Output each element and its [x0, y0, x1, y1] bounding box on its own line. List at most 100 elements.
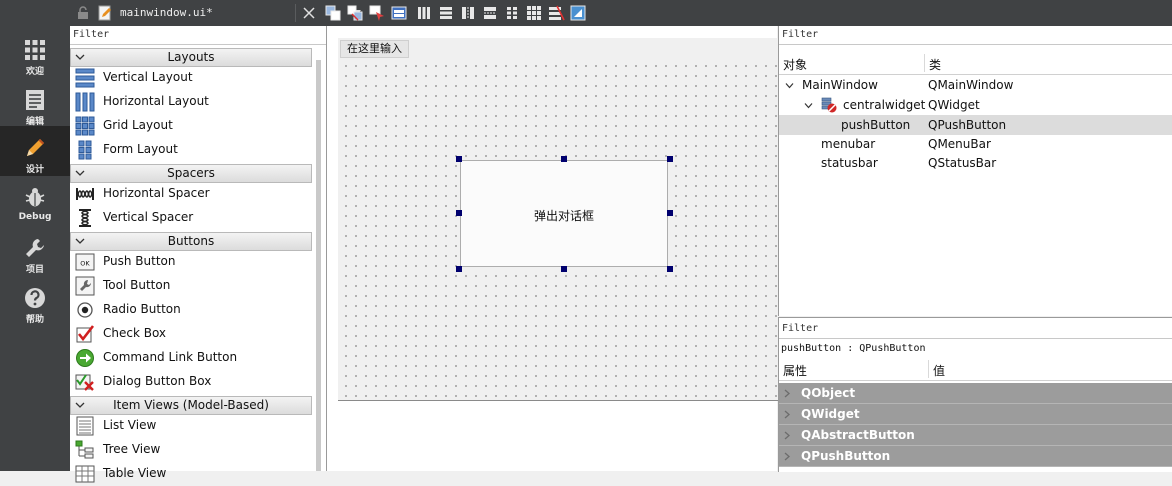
chevron-down-icon[interactable]	[785, 81, 794, 90]
current-object-text: pushButton : QPushButton	[781, 343, 926, 354]
widget-label: Form Layout	[103, 142, 178, 156]
widget-vertical-layout[interactable]: Vertical Layout	[70, 66, 310, 90]
close-document-icon[interactable]	[302, 6, 316, 20]
lock-icon[interactable]	[76, 6, 90, 20]
selection-handle[interactable]	[667, 156, 673, 162]
layout-horizontal-icon[interactable]	[415, 4, 433, 22]
category-item-views[interactable]: Item Views (Model-Based)	[70, 396, 312, 415]
column-divider[interactable]	[928, 360, 929, 378]
widget-radio-button[interactable]: Radio Button	[70, 298, 310, 322]
edit-widgets-icon[interactable]	[324, 4, 342, 22]
form-menubar: 在这里输入	[338, 38, 778, 58]
chevron-down-icon[interactable]	[804, 101, 813, 110]
edit-signals-slots-icon[interactable]	[346, 4, 364, 22]
widget-horizontal-layout[interactable]: Horizontal Layout	[70, 90, 310, 114]
widget-filter-input[interactable]: Filter	[70, 26, 326, 45]
document-icon	[26, 90, 44, 110]
category-title: Spacers	[167, 166, 215, 180]
mode-projects[interactable]: 项目	[0, 226, 70, 276]
layout-form-icon[interactable]	[503, 4, 521, 22]
selection-handle[interactable]	[456, 266, 462, 272]
column-header-class[interactable]: 类	[929, 56, 941, 73]
widget-label: Horizontal Spacer	[103, 186, 210, 200]
horizontal-spacer-icon	[76, 188, 94, 200]
widget-table-view[interactable]: Table View	[70, 462, 310, 486]
menu-type-here-placeholder[interactable]: 在这里输入	[340, 40, 409, 58]
form-push-button[interactable]: 弹出对话框	[460, 160, 668, 267]
layout-horizontal-splitter-icon[interactable]	[459, 4, 477, 22]
edit-tab-order-icon[interactable]	[390, 4, 408, 22]
horizontal-layout-icon	[75, 92, 95, 112]
selection-handle[interactable]	[667, 210, 673, 216]
selection-handle[interactable]	[456, 210, 462, 216]
widget-horizontal-spacer[interactable]: Horizontal Spacer	[70, 182, 310, 206]
property-group-label: QObject	[801, 386, 856, 400]
tree-row-centralwidget[interactable]: centralwidget QWidget	[779, 95, 1172, 115]
property-group-qpushbutton[interactable]: QPushButton	[779, 446, 1172, 467]
property-editor-header: 属性 值	[779, 358, 1172, 381]
mode-help[interactable]: 帮助	[0, 276, 70, 326]
column-header-object[interactable]: 对象	[783, 56, 807, 73]
column-header-value[interactable]: 值	[933, 362, 945, 379]
object-class: QMenuBar	[928, 137, 991, 151]
property-group-qobject[interactable]: QObject	[779, 383, 1172, 404]
editor-toolbar: mainwindow.ui*	[70, 0, 1172, 26]
category-title: Item Views (Model-Based)	[113, 398, 269, 412]
edit-buddies-icon[interactable]	[368, 4, 386, 22]
tree-row-menubar[interactable]: menubar QMenuBar	[779, 134, 1172, 154]
mode-welcome[interactable]: 欢迎	[0, 28, 70, 78]
widget-form-layout[interactable]: Form Layout	[70, 138, 310, 162]
mode-design[interactable]: 设计	[0, 126, 70, 176]
chevron-right-icon	[784, 431, 790, 440]
svg-text:OK: OK	[80, 260, 90, 268]
widget-tree-view[interactable]: Tree View	[70, 438, 310, 462]
selection-handle[interactable]	[456, 156, 462, 162]
property-group-qabstractbutton[interactable]: QAbstractButton	[779, 425, 1172, 446]
widget-vertical-spacer[interactable]: Vertical Spacer	[70, 206, 310, 230]
dialog-button-box-icon	[75, 374, 94, 391]
widget-list-view[interactable]: List View	[70, 414, 310, 438]
layout-vertical-splitter-icon[interactable]	[481, 4, 499, 22]
current-object-label: pushButton : QPushButton	[779, 342, 1172, 356]
object-filter-input[interactable]: Filter	[779, 26, 1172, 45]
mode-sidebar: 欢迎 编辑 设计 Debug 项目 帮助	[0, 0, 70, 471]
mode-edit[interactable]: 编辑	[0, 78, 70, 128]
toolbar-separator	[295, 4, 296, 22]
widget-dialog-button-box[interactable]: Dialog Button Box	[70, 370, 310, 394]
widget-label: Vertical Spacer	[103, 210, 194, 224]
tree-view-icon	[75, 440, 94, 459]
widget-grid-layout[interactable]: Grid Layout	[70, 114, 310, 138]
object-class: QMainWindow	[928, 78, 1014, 92]
bug-icon	[25, 188, 45, 207]
property-filter-input[interactable]: Filter	[779, 320, 1172, 339]
selection-handle[interactable]	[561, 266, 567, 272]
tree-row-mainwindow[interactable]: MainWindow QMainWindow	[779, 75, 1172, 95]
column-divider[interactable]	[924, 54, 925, 72]
widget-label: Dialog Button Box	[103, 374, 212, 388]
layout-grid-icon[interactable]	[525, 4, 543, 22]
layout-vertical-icon[interactable]	[437, 4, 455, 22]
category-spacers[interactable]: Spacers	[70, 164, 312, 183]
property-group-qwidget[interactable]: QWidget	[779, 404, 1172, 425]
widget-tool-button[interactable]: Tool Button	[70, 274, 310, 298]
adjust-size-icon[interactable]	[569, 4, 587, 22]
category-buttons[interactable]: Buttons	[70, 232, 312, 251]
ui-file-icon	[98, 5, 111, 21]
selection-handle[interactable]	[667, 266, 673, 272]
column-header-property[interactable]: 属性	[783, 362, 807, 379]
tree-row-pushbutton[interactable]: pushButton QPushButton	[779, 115, 1172, 135]
mode-debug[interactable]: Debug	[0, 176, 70, 226]
widget-command-link-button[interactable]: Command Link Button	[70, 346, 310, 370]
widget-push-button[interactable]: OK Push Button	[70, 250, 310, 274]
chevron-right-icon	[784, 389, 790, 398]
widget-box-scrollbar[interactable]	[316, 60, 321, 471]
widget-label: Table View	[103, 466, 167, 480]
break-layout-icon[interactable]	[547, 4, 565, 22]
widget-check-box[interactable]: Check Box	[70, 322, 310, 346]
tree-row-statusbar[interactable]: statusbar QStatusBar	[779, 153, 1172, 173]
category-layouts[interactable]: Layouts	[70, 48, 312, 67]
scrollbar-thumb[interactable]	[316, 60, 321, 471]
selection-handle[interactable]	[561, 156, 567, 162]
mode-label: 项目	[25, 265, 44, 275]
property-group-label: QWidget	[801, 407, 860, 421]
